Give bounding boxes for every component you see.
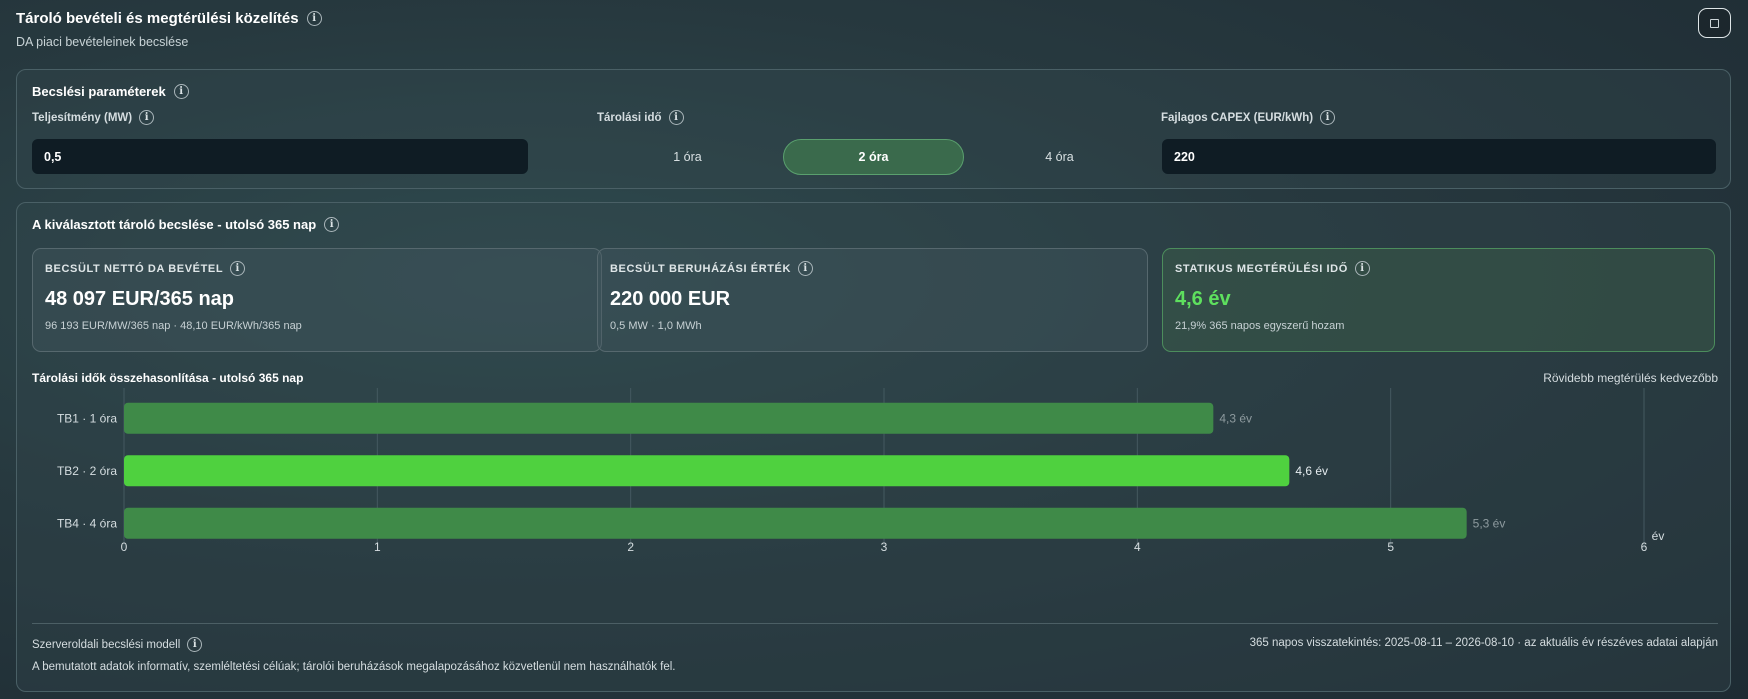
info-icon[interactable]: i <box>1320 110 1336 125</box>
capex-label-text: Fajlagos CAPEX (EUR/kWh) <box>1161 111 1314 124</box>
estimate-title-text: A kiválasztott tároló becslése - utolsó … <box>32 217 317 232</box>
x-tick-label: 3 <box>881 540 888 554</box>
revenue-card: BECSÜLT NETTÓ DA BEVÉTEL i 48 097 EUR/36… <box>32 248 602 352</box>
category-label: TB4 · 4 óra <box>57 516 117 530</box>
page-title: Tároló bevételi és megtérülési közelítés… <box>16 10 322 27</box>
x-tick-label: 5 <box>1387 540 1394 554</box>
power-label: Teljesítmény (MW) i <box>32 110 155 125</box>
investment-card-value: 220 000 EUR <box>610 288 731 310</box>
x-axis-label: év <box>1652 529 1665 543</box>
storage-label-text: Tárolási idő <box>597 111 662 124</box>
info-icon[interactable]: i <box>187 637 203 652</box>
storage-option-4h[interactable]: 4 óra <box>969 139 1150 175</box>
disclaimer-text: A bemutatott adatok informatív, szemlélt… <box>32 661 676 673</box>
x-tick-label: 2 <box>627 540 634 554</box>
x-tick-label: 6 <box>1641 540 1648 554</box>
chart-note: Rövidebb megtérülés kedvezőbb <box>1543 371 1718 385</box>
bar-value-label: 4,6 év <box>1295 464 1328 478</box>
storage-option-1h[interactable]: 1 óra <box>597 139 778 175</box>
storage-label: Tárolási idő i <box>597 110 684 125</box>
page-subtitle: DA piaci bevételeinek becslése <box>16 35 189 49</box>
power-label-text: Teljesítmény (MW) <box>32 111 133 124</box>
params-title: Becslési paraméterek i <box>32 84 189 99</box>
estimate-title: A kiválasztott tároló becslése - utolsó … <box>32 217 340 232</box>
chart-title: Tárolási idők összehasonlítása - utolsó … <box>32 371 304 385</box>
category-label: TB1 · 1 óra <box>57 411 117 425</box>
category-label: TB2 · 2 óra <box>57 464 117 478</box>
capex-input[interactable]: 220 <box>1162 139 1716 174</box>
capex-label: Fajlagos CAPEX (EUR/kWh) i <box>1161 110 1336 125</box>
header: Tároló bevételi és megtérülési közelítés… <box>16 10 322 49</box>
model-label-text: Szerveroldali becslési modell <box>32 638 181 651</box>
payback-bar-chart: 0 1 2 3 4 5 6 év TB1 · 1 óra 4,3 év TB2 · 2 óra 4,6… <box>57 388 1665 554</box>
period-text: 365 napos visszatekintés: 2025-08-11 – 2… <box>1249 637 1718 649</box>
expand-icon <box>1710 18 1719 28</box>
bar-value-label: 4,3 év <box>1219 411 1252 425</box>
model-label: Szerveroldali becslési modell i <box>32 637 203 652</box>
bar-selected <box>124 455 1290 487</box>
info-icon[interactable]: i <box>1354 261 1370 276</box>
payback-card-label-text: STATIKUS MEGTÉRÜLÉSI IDŐ <box>1175 262 1348 275</box>
info-icon[interactable]: i <box>173 84 189 99</box>
page-title-text: Tároló bevételi és megtérülési közelítés <box>16 10 299 27</box>
revenue-card-label-text: BECSÜLT NETTÓ DA BEVÉTEL <box>45 262 224 275</box>
revenue-card-sub: 96 193 EUR/MW/365 nap · 48,10 EUR/kWh/36… <box>45 320 302 332</box>
bar <box>124 507 1467 539</box>
divider <box>32 623 1718 624</box>
info-icon[interactable]: i <box>139 110 155 125</box>
bar-value-label: 5,3 év <box>1473 516 1506 530</box>
info-icon[interactable]: i <box>668 110 684 125</box>
payback-card-value: 4,6 év <box>1175 288 1231 310</box>
params-title-text: Becslési paraméterek <box>32 84 166 99</box>
investment-card-label: BECSÜLT BERUHÁZÁSI ÉRTÉK i <box>610 261 1135 276</box>
power-input[interactable]: 0,5 <box>32 139 528 174</box>
payback-card-sub: 21,9% 365 napos egyszerű hozam <box>1175 320 1345 332</box>
x-tick-label: 1 <box>374 540 381 554</box>
payback-card-label: STATIKUS MEGTÉRÜLÉSI IDŐ i <box>1175 261 1702 276</box>
expand-button[interactable] <box>1698 8 1731 38</box>
payback-card: STATIKUS MEGTÉRÜLÉSI IDŐ i 4,6 év 21,9% … <box>1162 248 1715 352</box>
revenue-card-label: BECSÜLT NETTÓ DA BEVÉTEL i <box>45 261 589 276</box>
storage-option-2h[interactable]: 2 óra <box>783 139 964 175</box>
investment-card-label-text: BECSÜLT BERUHÁZÁSI ÉRTÉK <box>610 262 792 275</box>
info-icon[interactable]: i <box>324 217 340 232</box>
x-tick-label: 0 <box>121 540 128 554</box>
info-icon[interactable]: i <box>306 11 322 26</box>
info-icon[interactable]: i <box>230 261 246 276</box>
investment-card-sub: 0,5 MW · 1,0 MWh <box>610 320 702 332</box>
revenue-card-value: 48 097 EUR/365 nap <box>45 288 234 310</box>
info-icon[interactable]: i <box>798 261 814 276</box>
params-panel: Becslési paraméterek i Teljesítmény (MW)… <box>16 69 1731 189</box>
bar <box>124 402 1214 434</box>
x-tick-label: 4 <box>1134 540 1141 554</box>
investment-card: BECSÜLT BERUHÁZÁSI ÉRTÉK i 220 000 EUR 0… <box>597 248 1148 352</box>
estimate-panel: A kiválasztott tároló becslése - utolsó … <box>16 202 1731 692</box>
